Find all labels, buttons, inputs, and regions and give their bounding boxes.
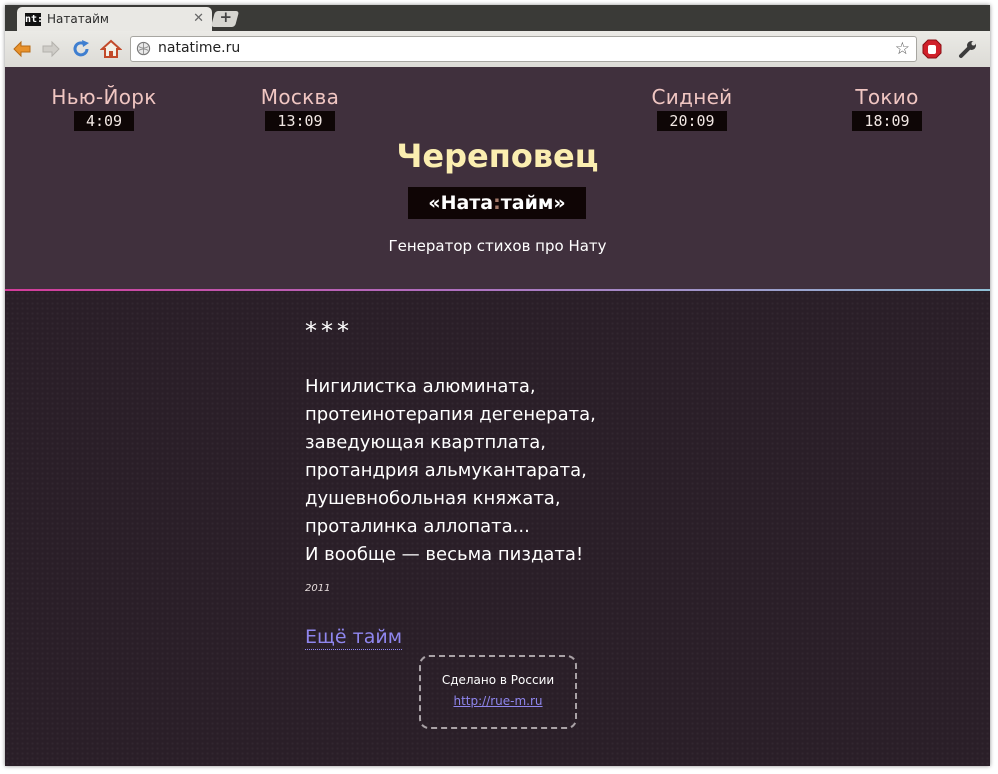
- made-in-label: Сделано в России: [441, 673, 555, 687]
- clock-sydney: Сидней 20:09: [622, 85, 762, 131]
- logo-text-left: «Ната: [428, 192, 494, 214]
- made-in-russia-badge: Сделано в России http://rue-m.ru: [419, 655, 577, 729]
- adblock-icon: [922, 39, 942, 59]
- city-name: Сидней: [651, 85, 733, 109]
- main-content: *** Нигилистка алюмината, протеинотерапи…: [5, 291, 990, 766]
- tab-title: Нататайм: [47, 12, 109, 26]
- city-name: Токио: [855, 85, 919, 109]
- browser-tab[interactable]: nt: Нататайм ✕: [17, 7, 212, 31]
- forward-arrow-icon: [42, 40, 60, 58]
- wrench-icon: [959, 41, 976, 58]
- settings-button[interactable]: [955, 36, 981, 62]
- poem-heading: ***: [305, 317, 353, 345]
- poem-line: протандрия альмукантарата,: [305, 460, 587, 481]
- browser-toolbar: natatime.ru ☆: [5, 31, 990, 68]
- plus-icon: +: [219, 8, 233, 26]
- tab-close-icon[interactable]: ✕: [193, 11, 204, 26]
- url-text[interactable]: natatime.ru: [158, 40, 240, 56]
- back-button[interactable]: [9, 36, 35, 62]
- home-icon: [99, 39, 123, 58]
- more-time-link[interactable]: Ещё тайм: [305, 625, 403, 650]
- forward-button[interactable]: [38, 36, 64, 62]
- back-arrow-icon: [13, 40, 31, 58]
- author-site-link[interactable]: http://rue-m.ru: [453, 694, 542, 708]
- city-time: 4:09: [73, 111, 135, 131]
- reload-button[interactable]: [68, 36, 94, 62]
- clock-new-york: Нью-Йорк 4:09: [34, 85, 174, 131]
- main-city-title: Череповец: [396, 137, 599, 175]
- browser-window: nt: Нататайм ✕ + natatime.ru ☆ Нью-Йорк …: [5, 5, 990, 766]
- clock-moscow: Москва 13:09: [230, 85, 370, 131]
- poem-year: 2011: [305, 583, 331, 594]
- city-time: 18:09: [852, 111, 922, 131]
- city-name: Нью-Йорк: [51, 85, 157, 109]
- logo-colon: :: [493, 192, 501, 214]
- new-tab-button[interactable]: +: [210, 8, 240, 27]
- poem-line: Нигилистка алюмината,: [305, 376, 536, 397]
- bookmark-star-icon[interactable]: ☆: [895, 39, 910, 59]
- poem-line: проталинка аллопата...: [305, 516, 530, 537]
- home-button[interactable]: [98, 36, 124, 62]
- city-name: Москва: [260, 85, 340, 109]
- web-page: Нью-Йорк 4:09 Москва 13:09 Сидней 20:09 …: [5, 67, 990, 766]
- adblock-button[interactable]: [919, 36, 945, 62]
- tab-strip: nt: Нататайм ✕ +: [5, 5, 990, 31]
- poem-line: душевнобольная княжата,: [305, 488, 561, 509]
- poem-line: И вообще — весьма пиздата!: [305, 544, 584, 565]
- site-logo[interactable]: «Ната:тайм»: [408, 187, 586, 219]
- logo-text-right: тайм»: [500, 192, 566, 214]
- site-header: Нью-Йорк 4:09 Москва 13:09 Сидней 20:09 …: [5, 67, 990, 289]
- city-time: 13:09: [265, 111, 335, 131]
- address-bar[interactable]: natatime.ru ☆: [130, 36, 917, 62]
- site-favicon-icon: nt:: [25, 13, 44, 26]
- globe-icon: [136, 41, 151, 56]
- poem-text: Нигилистка алюмината, протеинотерапия де…: [305, 373, 596, 569]
- reload-icon: [73, 40, 89, 57]
- site-tagline: Генератор стихов про Нату: [388, 237, 607, 255]
- clock-tokyo: Токио 18:09: [817, 85, 957, 131]
- poem-line: заведующая квартплата,: [305, 432, 547, 453]
- city-time: 20:09: [657, 111, 727, 131]
- poem-line: протеинотерапия дегенерата,: [305, 404, 596, 425]
